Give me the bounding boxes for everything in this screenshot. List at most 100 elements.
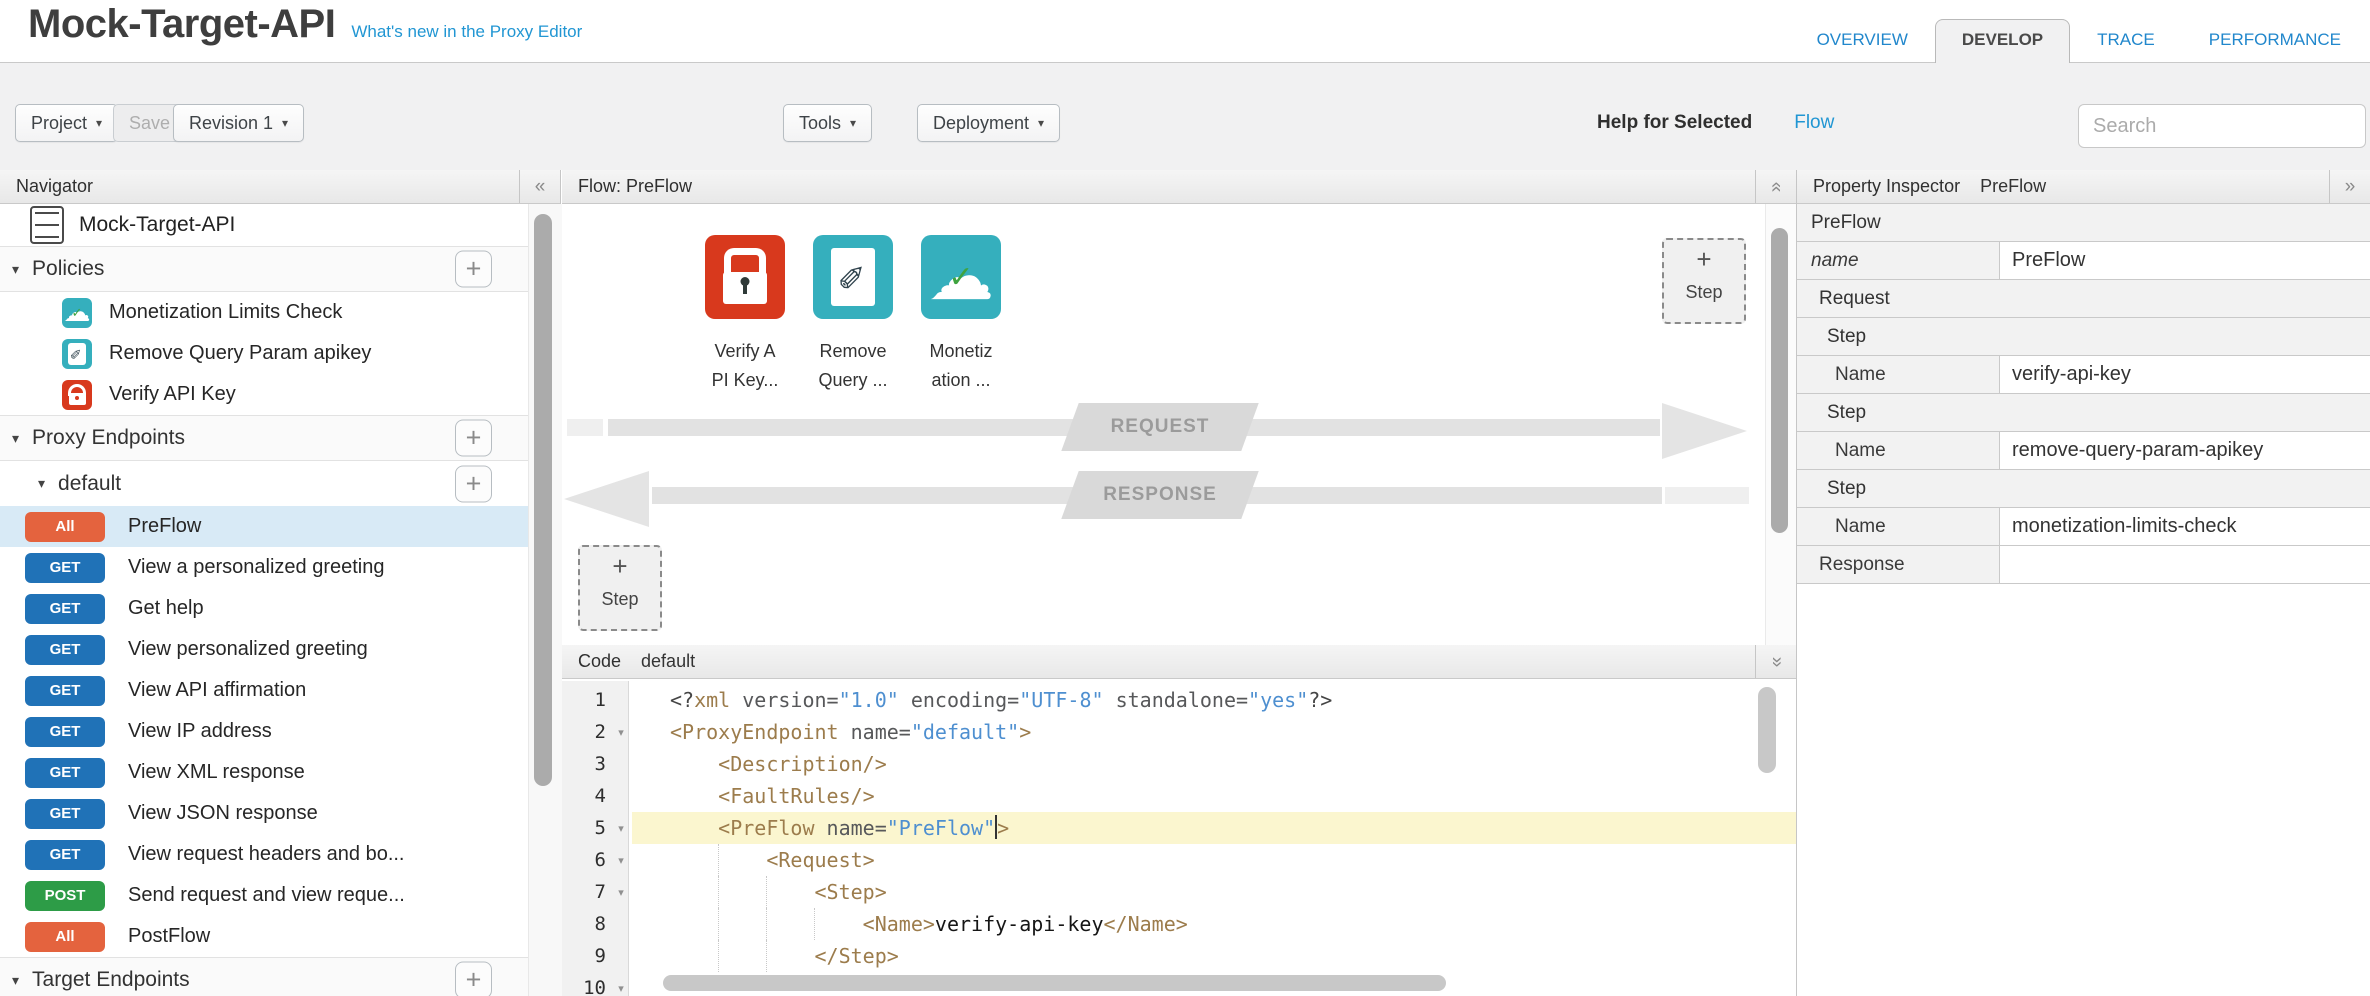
inspector-field-label: name xyxy=(1797,242,2000,279)
flow-item[interactable]: GETView a personalized greeting xyxy=(0,547,528,588)
indent-guide xyxy=(814,908,815,940)
method-badge: GET xyxy=(25,758,105,788)
policy-item[interactable]: ✎Remove Query Param apikey xyxy=(0,333,528,374)
flow-item[interactable]: POSTSend request and view reque... xyxy=(0,875,528,916)
add-step-button-response[interactable]: + Step xyxy=(578,545,662,631)
lock-icon[interactable] xyxy=(705,235,785,319)
cloud-check-icon[interactable]: ☁✓ xyxy=(62,298,92,328)
code-token: name= xyxy=(815,816,887,840)
sidebar-section-proxy-endpoints[interactable]: ▾Proxy Endpoints+ xyxy=(0,415,528,461)
project-menu-button[interactable]: Project ▾ xyxy=(15,104,118,142)
indent-guide xyxy=(718,844,719,876)
flow-label: View IP address xyxy=(128,720,272,743)
code-token: <? xyxy=(670,688,694,712)
sidebar-section-policies[interactable]: ▾ Policies + xyxy=(0,246,528,292)
project-menu-label: Project xyxy=(31,113,87,134)
help-for-selected-label: Help for Selected xyxy=(1597,112,1752,134)
flow-item[interactable]: GETView personalized greeting xyxy=(0,629,528,670)
fold-arrow-icon[interactable]: ▾ xyxy=(610,716,632,748)
revision-menu-button[interactable]: Revision 1 ▾ xyxy=(173,104,304,142)
inspector-field-value[interactable]: monetization-limits-check xyxy=(2000,508,2370,545)
code-horizontal-scrollbar-thumb[interactable] xyxy=(663,975,1446,991)
inspector-field-value[interactable]: PreFlow xyxy=(2000,242,2370,279)
flow-step[interactable]: ✎RemoveQuery ... xyxy=(813,235,893,395)
tab-develop[interactable]: DEVELOP xyxy=(1935,19,2070,63)
request-band-segment xyxy=(567,419,603,436)
property-inspector-rows: PreFlownamePreFlowRequestStepNameverify-… xyxy=(1797,204,2370,584)
code-lines: 1<?xml version="1.0" encoding="UTF-8" st… xyxy=(562,684,1796,996)
method-badge: GET xyxy=(25,553,105,583)
sidebar-section-default[interactable]: ▾default+ xyxy=(0,461,528,506)
flow-item[interactable]: GETView XML response xyxy=(0,752,528,793)
inspector-field-value[interactable] xyxy=(2000,546,2370,583)
pencil-icon[interactable]: ✎ xyxy=(62,339,92,369)
flow-item[interactable]: AllPostFlow xyxy=(0,916,528,957)
fold-arrow-icon[interactable]: ▾ xyxy=(610,812,632,844)
inspector-section-request: Request xyxy=(1797,280,2370,318)
add-step-button-request[interactable]: + Step xyxy=(1662,238,1746,324)
code-token: encoding= xyxy=(899,688,1019,712)
help-flow-link[interactable]: Flow xyxy=(1794,112,1834,134)
tab-trace[interactable]: TRACE xyxy=(2070,30,2182,63)
navigator-scrollbar-thumb[interactable] xyxy=(534,214,552,786)
collapse-navigator-icon[interactable]: « xyxy=(519,170,560,203)
triangle-down-icon: ▾ xyxy=(38,475,45,492)
indent-guide xyxy=(766,876,767,908)
code-token: "default" xyxy=(911,720,1019,744)
deployment-menu-button[interactable]: Deployment ▾ xyxy=(917,104,1060,142)
top-tabs: OVERVIEWDEVELOPTRACEPERFORMANCE xyxy=(1790,19,2368,63)
add-target-endpoints-button[interactable]: + xyxy=(455,962,492,996)
code-editor[interactable]: 1<?xml version="1.0" encoding="UTF-8" st… xyxy=(562,681,1796,996)
code-token: </Step> xyxy=(815,944,899,968)
whats-new-link[interactable]: What's new in the Proxy Editor xyxy=(351,22,582,42)
code-line: 7▾ <Step> xyxy=(562,876,1796,908)
flow-item[interactable]: GETGet help xyxy=(0,588,528,629)
inspector-field-label: Name xyxy=(1797,432,2000,469)
flow-label: View JSON response xyxy=(128,802,318,825)
triangle-down-icon: ▾ xyxy=(12,261,19,278)
sidebar-section-target-endpoints[interactable]: ▾Target Endpoints+ xyxy=(0,957,528,996)
tools-menu-button[interactable]: Tools ▾ xyxy=(783,104,872,142)
flow-item[interactable]: GETView request headers and bo... xyxy=(0,834,528,875)
inspector-field-label: Name xyxy=(1797,356,2000,393)
flow-item[interactable]: AllPreFlow xyxy=(0,506,528,547)
flow-label: View request headers and bo... xyxy=(128,843,404,866)
lock-body xyxy=(723,272,767,304)
flow-item[interactable]: GETView API affirmation xyxy=(0,670,528,711)
add-proxy-endpoints-button[interactable]: + xyxy=(455,420,492,457)
flow-step[interactable]: ☁✓Monetization ... xyxy=(921,235,1001,395)
flow-step-label-line: ation ... xyxy=(896,366,1026,395)
code-token: "yes" xyxy=(1248,688,1308,712)
response-label: RESPONSE xyxy=(1070,471,1250,519)
help-for-selected-row: Help for Selected Flow xyxy=(1597,104,1834,142)
pencil-icon[interactable]: ✎ xyxy=(813,235,893,319)
collapse-code-panel-icon[interactable]: » xyxy=(1755,645,1796,678)
add-policies-button[interactable]: + xyxy=(455,251,492,288)
policy-item[interactable]: ☁✓Monetization Limits Check xyxy=(0,292,528,333)
code-line: 9 </Step> xyxy=(562,940,1796,972)
collapse-flow-panel-icon[interactable]: » xyxy=(1755,170,1796,203)
fold-arrow-icon[interactable]: ▾ xyxy=(610,876,632,908)
policy-item[interactable]: Verify API Key xyxy=(0,374,528,415)
tab-overview[interactable]: OVERVIEW xyxy=(1790,30,1935,63)
navigator-root-item[interactable]: Mock-Target-API xyxy=(0,204,528,246)
lock-icon[interactable] xyxy=(62,380,92,410)
expand-inspector-icon[interactable]: » xyxy=(2329,170,2370,203)
inspector-field-value[interactable]: verify-api-key xyxy=(2000,356,2370,393)
code-token: version= xyxy=(730,688,838,712)
flow-step[interactable]: Verify API Key... xyxy=(705,235,785,395)
inspector-field-value[interactable]: remove-query-param-apikey xyxy=(2000,432,2370,469)
flow-item[interactable]: GETView IP address xyxy=(0,711,528,752)
flow-scrollbar-thumb[interactable] xyxy=(1771,228,1788,533)
line-number: 9 xyxy=(562,940,610,972)
section-label: Policies xyxy=(32,257,104,281)
add-default-button[interactable]: + xyxy=(455,465,492,502)
fold-arrow-icon[interactable]: ▾ xyxy=(610,972,632,996)
code-vertical-scrollbar-thumb[interactable] xyxy=(1758,687,1776,773)
fold-arrow-icon[interactable]: ▾ xyxy=(610,844,632,876)
search-input[interactable] xyxy=(2078,104,2366,148)
flow-item[interactable]: GETView JSON response xyxy=(0,793,528,834)
cloud-check-icon[interactable]: ☁✓ xyxy=(921,235,1001,319)
code-line: 2▾<ProxyEndpoint name="default"> xyxy=(562,716,1796,748)
tab-performance[interactable]: PERFORMANCE xyxy=(2182,30,2368,63)
